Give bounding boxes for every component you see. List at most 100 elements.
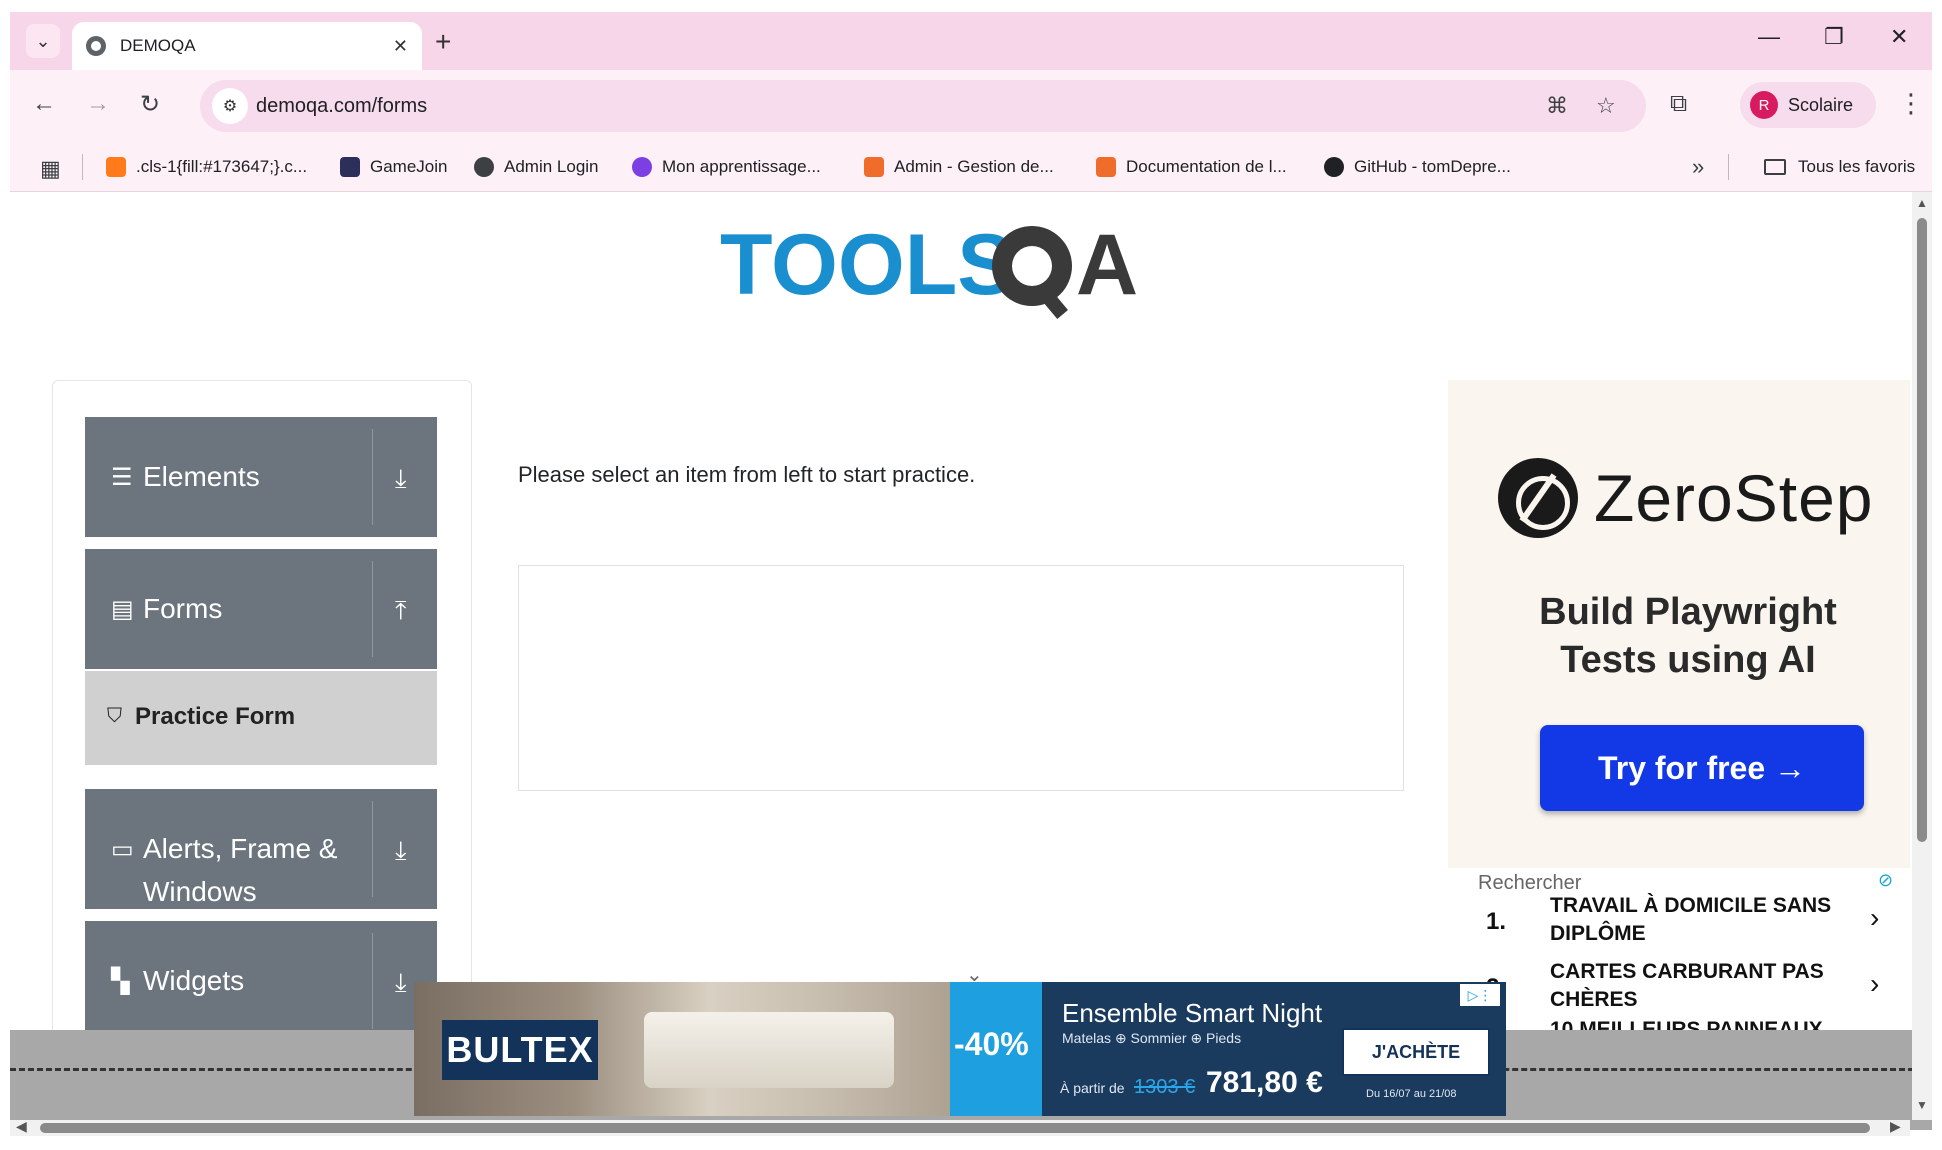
widgets-icon: ▚ bbox=[111, 968, 130, 995]
chevron-down-icon: ⌄ bbox=[35, 30, 51, 51]
menu-kebab-icon[interactable]: ⋮ bbox=[1898, 88, 1924, 119]
browser-tab[interactable]: DEMOQA ✕ bbox=[72, 22, 422, 70]
horizontal-scrollbar[interactable]: ◀ ▶ bbox=[10, 1118, 1910, 1136]
bookmark-item[interactable]: Admin Login bbox=[474, 142, 599, 192]
chevron-right-icon: › bbox=[1870, 968, 1880, 999]
scrollbar-thumb[interactable] bbox=[1917, 218, 1927, 842]
more-bookmarks-icon[interactable]: » bbox=[1692, 154, 1704, 180]
bookmark-label: GameJoin bbox=[370, 157, 448, 176]
all-bookmarks-label: Tous les favoris bbox=[1798, 157, 1916, 176]
bookmark-item[interactable]: Mon apprentissage... bbox=[632, 142, 821, 192]
scroll-up-icon[interactable]: ▲ bbox=[1916, 196, 1928, 210]
ad-tagline: Build Playwright Tests using AI bbox=[1539, 591, 1837, 681]
menu-group-forms[interactable]: ▤ Forms ⤒ bbox=[85, 549, 437, 669]
site-info-icon[interactable]: ⚙ bbox=[212, 88, 248, 124]
search-ad-text: 10 MEILLEURS PANNEAUX bbox=[1550, 1018, 1823, 1030]
menu-group-label: Widgets bbox=[143, 965, 245, 996]
back-arrow-icon[interactable]: ← bbox=[32, 90, 56, 118]
vertical-scrollbar[interactable]: ▲ ▼ bbox=[1912, 192, 1932, 1120]
instruction-text: Please select an item from left to start… bbox=[518, 462, 976, 487]
menu-item-label: Practice Form bbox=[135, 703, 296, 730]
window-icon: ▭ bbox=[111, 836, 134, 863]
ad-old-price: 1303 € bbox=[1134, 1076, 1196, 1098]
menu-group-widgets[interactable]: ▚ Widgets ⤓ bbox=[85, 921, 437, 1030]
bookmarks-bar: ▦ .cls-1{fill:#173647;}.c... GameJoin Ad… bbox=[10, 142, 1932, 192]
menu-item-practice-form[interactable]: ⛉ Practice Form bbox=[85, 671, 437, 765]
bookmark-separator bbox=[82, 154, 83, 180]
search-ad-item[interactable]: 1. TRAVAIL À DOMICILE SANS DIPLÔME › bbox=[1476, 892, 1896, 952]
extensions-icon[interactable]: ⧉ bbox=[1670, 90, 1687, 118]
ad-brand: ZeroStep bbox=[1594, 461, 1874, 535]
content-box bbox=[518, 565, 1404, 791]
avatar: R bbox=[1750, 91, 1778, 119]
arrow-down-icon[interactable]: ⤓ bbox=[395, 835, 407, 867]
bookmark-label: Mon apprentissage... bbox=[662, 157, 821, 176]
menu-group-elements[interactable]: ☰ Elements ⤓ bbox=[85, 417, 437, 537]
search-ad-number: 1. bbox=[1486, 908, 1507, 935]
address-bar[interactable]: ⚙ demoqa.com/forms ⌘ ☆ bbox=[200, 80, 1646, 132]
adchoices-icon[interactable]: ⊘ bbox=[1878, 870, 1893, 891]
bookmark-favicon-icon bbox=[340, 157, 360, 177]
browser-toolbar: ← → ↻ ⚙ demoqa.com/forms ⌘ ☆ ⧉ R Scolair… bbox=[10, 70, 1932, 142]
adchoices-icon[interactable]: ▷⋮ bbox=[1460, 984, 1500, 1006]
bookmark-favicon-icon bbox=[106, 157, 126, 177]
group-divider bbox=[372, 429, 373, 525]
bookmark-item[interactable]: GameJoin bbox=[340, 142, 447, 192]
forward-arrow-icon[interactable]: → bbox=[86, 90, 110, 118]
menu-group-alerts[interactable]: ▭ Alerts, Frame & Windows ⤓ bbox=[85, 789, 437, 909]
bookmark-item[interactable]: Admin - Gestion de... bbox=[864, 142, 1054, 192]
page-content: TOOLS A ☰ Elements ⤓ ▤ Forms ⤒ ⛉ Practic… bbox=[10, 192, 1910, 1030]
folder-icon bbox=[1764, 159, 1786, 175]
bookmark-favicon-icon bbox=[864, 157, 884, 177]
arrow-down-icon[interactable]: ⤓ bbox=[395, 967, 407, 999]
globe-icon bbox=[474, 157, 494, 177]
left-panel: ☰ Elements ⤓ ▤ Forms ⤒ ⛉ Practice Form ▭… bbox=[52, 380, 472, 1030]
arrow-down-icon[interactable]: ⤓ bbox=[395, 463, 407, 495]
logo-text: TOOLS bbox=[720, 217, 1015, 313]
menu-group-label: Forms bbox=[143, 593, 223, 624]
close-window-icon[interactable]: ✕ bbox=[1890, 24, 1908, 50]
scrollbar-thumb[interactable] bbox=[40, 1123, 1870, 1133]
bookmark-label: .cls-1{fill:#173647;}.c... bbox=[136, 157, 308, 176]
bookmark-item[interactable]: GitHub - tomDepre... bbox=[1324, 142, 1511, 192]
profile-label: Scolaire bbox=[1788, 94, 1854, 115]
bookmark-label: Admin - Gestion de... bbox=[894, 157, 1054, 176]
ad-price: 781,80 € bbox=[1206, 1066, 1323, 1099]
scroll-left-icon[interactable]: ◀ bbox=[16, 1118, 27, 1135]
ad-dates: Du 16/07 au 21/08 bbox=[1366, 1088, 1457, 1100]
scroll-right-icon[interactable]: ▶ bbox=[1890, 1118, 1901, 1135]
translate-icon[interactable]: ⌘ bbox=[1546, 93, 1568, 119]
document-icon: ▤ bbox=[111, 596, 134, 623]
search-ad-text: TRAVAIL À DOMICILE SANS DIPLÔME bbox=[1550, 894, 1832, 945]
ad-discount: -40% bbox=[954, 1026, 1029, 1062]
ad-cta-button[interactable]: Try for free → bbox=[1540, 725, 1864, 811]
reload-icon[interactable]: ↻ bbox=[140, 90, 160, 119]
bookmark-label: Admin Login bbox=[504, 157, 599, 176]
zerostep-logo-icon bbox=[1498, 458, 1578, 538]
new-tab-icon[interactable]: + bbox=[435, 26, 451, 58]
ad-subtitle: Matelas ⊕ Sommier ⊕ Pieds bbox=[1062, 1030, 1242, 1046]
bookmark-item[interactable]: Documentation de l... bbox=[1096, 142, 1287, 192]
minimize-icon[interactable]: — bbox=[1758, 24, 1780, 50]
right-ad[interactable]: ZeroStep Build Playwright Tests using AI… bbox=[1448, 380, 1910, 1030]
url-text[interactable]: demoqa.com/forms bbox=[256, 95, 427, 118]
arrow-up-icon[interactable]: ⤒ bbox=[395, 595, 407, 627]
toolsqa-logo[interactable]: TOOLS A bbox=[720, 214, 1220, 324]
tab-search-button[interactable]: ⌄ bbox=[26, 24, 60, 58]
apps-grid-icon[interactable]: ▦ bbox=[40, 156, 61, 182]
search-ad-item[interactable]: 10 MEILLEURS PANNEAUX bbox=[1476, 1016, 1896, 1030]
search-ads: Rechercher ⊘ 1. TRAVAIL À DOMICILE SANS … bbox=[1448, 868, 1910, 1030]
ad-buy-button[interactable]: J'ACHÈTE bbox=[1342, 1028, 1490, 1076]
menu-group-label: Elements bbox=[143, 461, 260, 492]
star-icon[interactable]: ☆ bbox=[1596, 93, 1616, 119]
close-tab-icon[interactable]: ✕ bbox=[393, 36, 408, 57]
bookmark-separator bbox=[1728, 154, 1729, 180]
bookmark-item[interactable]: .cls-1{fill:#173647;}.c... bbox=[106, 142, 307, 192]
bottom-banner-ad[interactable]: BULTEX -40% Ensemble Smart Night Matelas… bbox=[414, 982, 1506, 1116]
bookmark-favicon-icon bbox=[632, 157, 652, 177]
restore-icon[interactable]: ❐ bbox=[1824, 24, 1844, 50]
all-bookmarks-button[interactable]: Tous les favoris bbox=[1764, 142, 1915, 192]
scroll-down-icon[interactable]: ▼ bbox=[1916, 1098, 1928, 1112]
profile-button[interactable]: R Scolaire bbox=[1740, 82, 1876, 128]
search-ad-item[interactable]: 2. CARTES CARBURANT PAS CHÈRES › bbox=[1476, 958, 1896, 1018]
